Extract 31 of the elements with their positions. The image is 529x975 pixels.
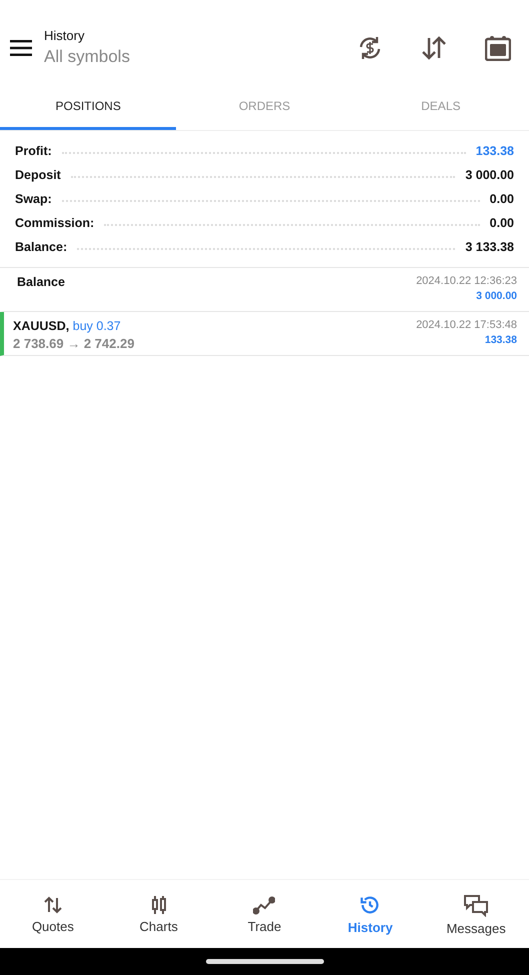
trade-prices: 2 738.69 → 2 742.29: [13, 336, 134, 351]
entry-time: 2024.10.22 12:36:23: [416, 275, 517, 287]
nav-item[interactable]: Messages: [423, 880, 529, 948]
summary-label: Deposit: [15, 168, 61, 182]
summary-value: 3 000.00: [465, 168, 514, 182]
entry-title: Balance: [17, 275, 65, 289]
summary-label: Profit:: [15, 144, 52, 158]
summary-value: 0.00: [490, 192, 514, 206]
summary-value: 133.38: [476, 144, 514, 158]
nav-item[interactable]: Trade: [212, 880, 318, 948]
summary-value: 3 133.38: [465, 240, 514, 254]
tab[interactable]: POSITIONS: [0, 85, 176, 130]
trade-symbol: XAUUSD, buy 0.37: [13, 319, 122, 333]
entry-time: 2024.10.22 17:53:48: [416, 319, 517, 331]
summary-value: 0.00: [490, 216, 514, 230]
line-chart-icon: [253, 894, 276, 914]
trade-row[interactable]: XAUUSD, buy 0.37 2 738.69 → 2 742.29 2024.10.22 17:53:48 133.38: [0, 312, 529, 356]
summary-label: Commission:: [15, 216, 94, 230]
nav-item[interactable]: History: [317, 880, 424, 948]
summary-label: Balance:: [15, 240, 68, 254]
history-icon: [359, 894, 382, 916]
nav-item[interactable]: Quotes: [0, 880, 106, 948]
summary-label: Swap:: [15, 192, 52, 206]
swap-arrows-icon: [42, 894, 63, 914]
screen-title: History: [44, 28, 86, 43]
symbol-filter[interactable]: All symbols: [44, 47, 323, 67]
chat-bubbles-icon: [463, 892, 490, 916]
entry-amount: 133.38: [484, 334, 517, 346]
entry-amount: 3 000.00: [476, 290, 517, 302]
nav-item[interactable]: Charts: [106, 880, 212, 948]
menu-icon[interactable]: [10, 40, 32, 56]
